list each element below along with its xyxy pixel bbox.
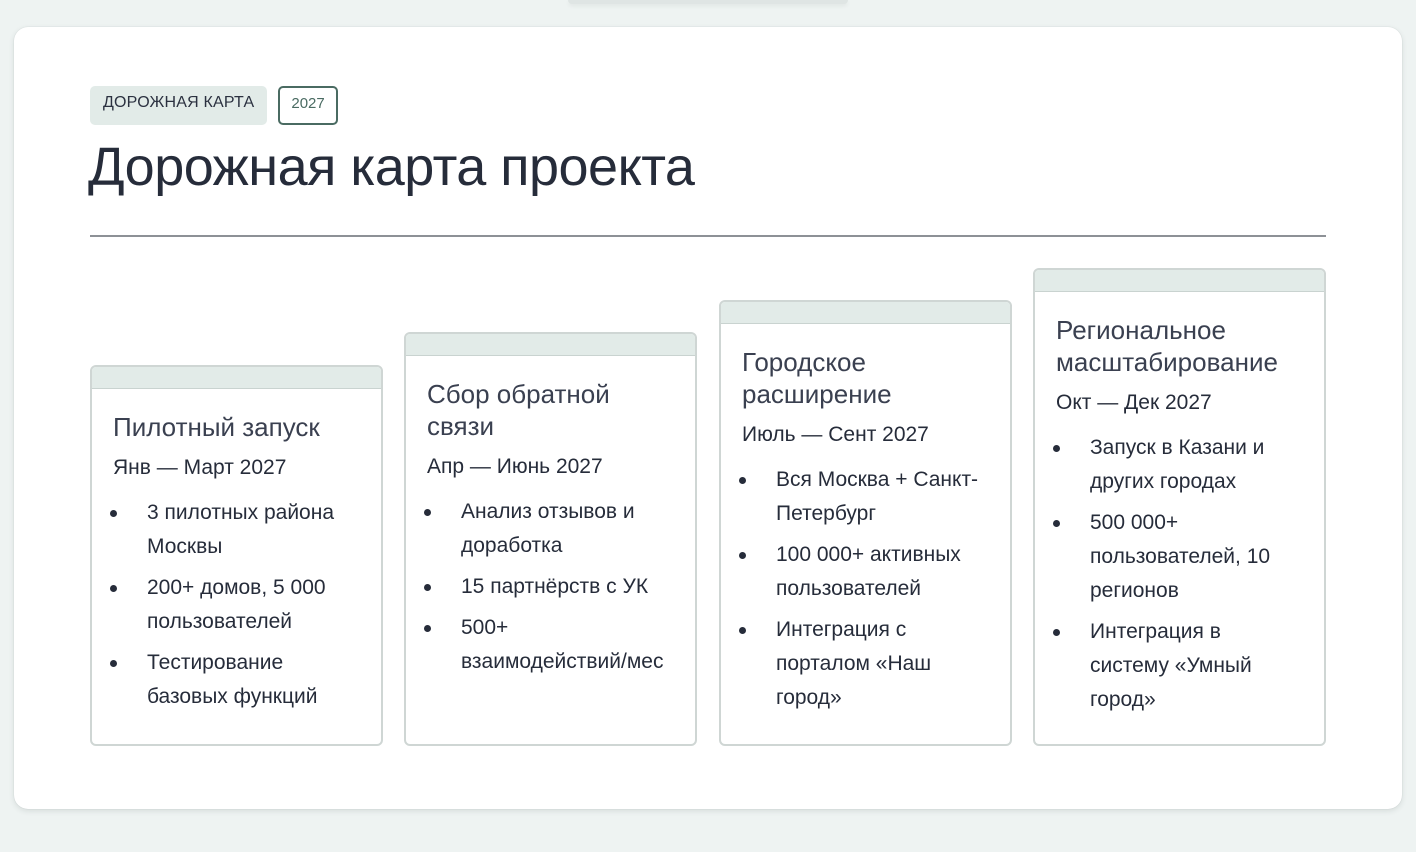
title-divider — [90, 235, 1326, 237]
phase-dates: Июль — Сент 2027 — [742, 423, 929, 446]
phase-card-3: Городское расширение Июль — Сент 2027 Вс… — [719, 300, 1012, 746]
phase-dates: Янв — Март 2027 — [113, 456, 287, 479]
phase-card-header-bar — [406, 334, 695, 356]
list-item: 200+ домов, 5 000 пользователей — [110, 571, 361, 639]
list-item: 500 000+ пользователей, 10 регионов — [1053, 506, 1304, 608]
phase-card-1: Пилотный запуск Янв — Март 2027 3 пилотн… — [90, 365, 383, 746]
phase-title: Пилотный запуск — [113, 412, 320, 442]
list-item: Вся Москва + Санкт-Петербург — [739, 463, 990, 531]
header-tags: ДОРОЖНАЯ КАРТА 2027 — [90, 86, 338, 125]
phase-card-header-bar — [1035, 270, 1324, 292]
roadmap-slide: ДОРОЖНАЯ КАРТА 2027 Дорожная карта проек… — [14, 27, 1402, 809]
list-item: Интеграция в систему «Умный город» — [1053, 615, 1304, 717]
phase-card-4: Региональное масштабирование Окт — Дек 2… — [1033, 268, 1326, 746]
list-item: Запуск в Казани и других городах — [1053, 431, 1304, 499]
top-tab-decoration — [568, 0, 848, 4]
list-item: 3 пилотных района Москвы — [110, 496, 361, 564]
list-item: 500+ взаимодействий/мес — [424, 611, 675, 679]
year-badge: 2027 — [278, 86, 338, 125]
section-tag: ДОРОЖНАЯ КАРТА — [90, 86, 268, 125]
page-title: Дорожная карта проекта — [88, 137, 695, 197]
phase-card-header-bar — [721, 302, 1010, 324]
phase-title: Региональное масштабирование — [1056, 315, 1278, 377]
list-item: Интеграция с порталом «Наш город» — [739, 613, 990, 715]
phase-dates: Апр — Июнь 2027 — [427, 455, 603, 478]
phase-list: Анализ отзывов и доработка 15 партнёрств… — [424, 495, 675, 679]
phase-dates: Окт — Дек 2027 — [1056, 391, 1212, 414]
phase-title: Городское расширение — [742, 347, 892, 409]
list-item: Тестирование базовых функций — [110, 646, 361, 714]
list-item: 100 000+ активных пользователей — [739, 538, 990, 606]
phase-list: Запуск в Казани и других городах 500 000… — [1053, 431, 1304, 717]
phase-card-2: Сбор обратной связи Апр — Июнь 2027 Анал… — [404, 332, 697, 746]
phase-list: Вся Москва + Санкт-Петербург 100 000+ ак… — [739, 463, 990, 715]
list-item: 15 партнёрств с УК — [424, 570, 675, 604]
phase-list: 3 пилотных района Москвы 200+ домов, 5 0… — [110, 496, 361, 714]
phase-title: Сбор обратной связи — [427, 379, 610, 441]
list-item: Анализ отзывов и доработка — [424, 495, 675, 563]
phase-card-header-bar — [92, 367, 381, 389]
